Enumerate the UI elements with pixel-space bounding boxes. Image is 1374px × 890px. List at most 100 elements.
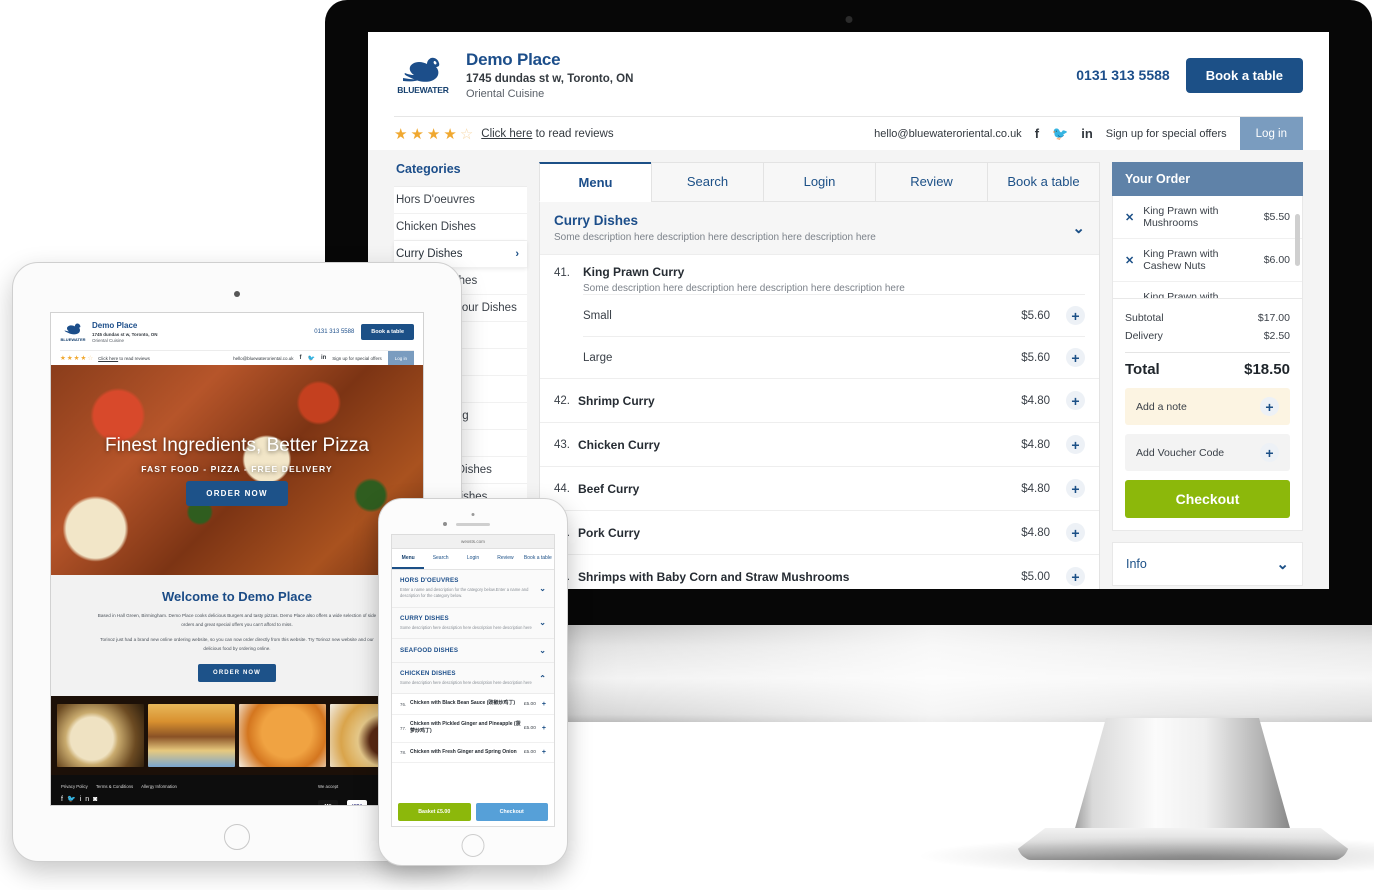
linkedin-icon[interactable]: in <box>1081 126 1093 141</box>
add-item-button[interactable]: + <box>1066 567 1085 586</box>
add-item-button[interactable]: + <box>1066 435 1085 454</box>
dish-option-row: Large $5.60 + <box>583 336 1085 378</box>
login-button[interactable]: Log in <box>1239 117 1303 150</box>
menu-item-row: 44. Beef Curry $4.80 + <box>540 466 1099 510</box>
expand-note-icon[interactable]: + <box>1260 397 1279 416</box>
book-a-table-button[interactable]: Book a table <box>361 324 414 340</box>
phone-number[interactable]: 0131 313 5588 <box>314 329 354 335</box>
gallery-image-fried-chicken[interactable] <box>239 703 326 767</box>
phone-section-seafood-dishes[interactable]: SEAFOOD DISHES ⌄ <box>392 639 554 664</box>
category-label: Curry Dishes <box>396 248 463 260</box>
facebook-icon[interactable]: f <box>299 355 301 361</box>
add-item-button[interactable]: + <box>1066 479 1085 498</box>
phone-section-curry-dishes[interactable]: CURRY DISHES Some description here descr… <box>392 607 554 640</box>
tab-book-a-table[interactable]: Book a table <box>987 162 1100 202</box>
browser-url-bar[interactable]: wexsts.com <box>392 535 554 549</box>
tab-book-a-table[interactable]: Book a table <box>522 549 554 569</box>
chevron-down-icon: ⌄ <box>1276 556 1289 573</box>
footer-link-terms[interactable]: Terms & Conditions <box>96 784 133 789</box>
rating-stars[interactable]: ★★★★☆ <box>60 354 94 362</box>
reviews-link[interactable]: Click here to read reviews <box>481 128 613 140</box>
reviews-link-suffix: to read reviews <box>119 355 150 361</box>
tablet-camera-icon <box>234 291 240 297</box>
tablet-home-button[interactable] <box>224 824 250 850</box>
tablet-bluewater-logo[interactable]: BLUEWATER <box>60 319 86 345</box>
tab-login[interactable]: Login <box>763 162 876 202</box>
dish-price: $4.80 <box>1021 482 1050 495</box>
checkout-button[interactable]: Checkout <box>1125 480 1290 518</box>
tab-search[interactable]: Search <box>651 162 764 202</box>
twitter-icon[interactable]: 🐦 <box>307 355 314 362</box>
gallery-image-burger[interactable] <box>148 703 235 767</box>
add-item-button[interactable]: + <box>1066 391 1085 410</box>
section-title: CHICKEN DISHES <box>400 670 456 678</box>
reviews-link[interactable]: Click here to read reviews <box>98 356 150 361</box>
linkedin-icon[interactable]: in <box>321 355 326 361</box>
book-a-table-button[interactable]: Book a table <box>1185 57 1303 93</box>
expand-voucher-icon[interactable]: + <box>1260 443 1279 462</box>
phone-home-button[interactable] <box>461 834 485 857</box>
tab-review[interactable]: Review <box>489 549 521 569</box>
phone-menu-tabs: Menu Search Login Review Book a table <box>392 549 554 570</box>
option-price: $5.60 <box>1021 351 1050 364</box>
remove-item-icon[interactable]: ✕ <box>1125 211 1134 224</box>
dish-number: 78. <box>400 750 407 756</box>
section-header-curry-dishes[interactable]: Curry Dishes Some description here descr… <box>540 202 1099 255</box>
contact-email[interactable]: hello@bluewateroriental.co.uk <box>233 356 293 361</box>
categories-title: Categories <box>396 162 461 176</box>
linkedin-icon[interactable]: in <box>80 796 93 803</box>
order-panel-title: Your Order <box>1112 162 1303 196</box>
login-button[interactable]: Log in <box>387 351 414 365</box>
phone-number[interactable]: 0131 313 5588 <box>1076 67 1169 83</box>
twitter-icon[interactable]: 🐦 <box>67 796 80 803</box>
bluewater-logo[interactable]: BLUEWATER <box>394 46 452 104</box>
tab-menu[interactable]: Menu <box>539 162 652 202</box>
menu-column: Menu Search Login Review Book a table Cu… <box>539 162 1100 589</box>
special-offers-link[interactable]: Sign up for special offers <box>1106 128 1227 140</box>
add-voucher-code-box[interactable]: Add Voucher Code + <box>1125 434 1290 471</box>
basket-button[interactable]: Basket £5.00 <box>398 803 471 821</box>
monitor-stand-neck <box>1070 718 1295 846</box>
order-list-scrollbar[interactable] <box>1295 214 1300 266</box>
facebook-icon[interactable]: f <box>1035 126 1039 141</box>
add-item-button[interactable]: + <box>1066 306 1085 325</box>
phone-speaker-icon <box>456 523 490 526</box>
dish-option-row: Small $5.60 + <box>583 294 1085 336</box>
add-item-button[interactable]: + <box>542 749 546 756</box>
add-item-button[interactable]: + <box>1066 523 1085 542</box>
phone-section-hors-doeuvres[interactable]: HORS D'OEUVRES Enter a name and descript… <box>392 570 554 608</box>
tab-login[interactable]: Login <box>457 549 489 569</box>
add-item-button[interactable]: + <box>542 725 546 732</box>
info-accordion[interactable]: Info ⌄ <box>1112 542 1303 586</box>
order-items-list: ✕ King Prawn with Mushrooms $5.50 ✕ King… <box>1112 196 1303 299</box>
add-item-button[interactable]: + <box>1066 348 1085 367</box>
welcome-order-now-button[interactable]: ORDER NOW <box>198 663 276 682</box>
phone-section-chicken-dishes[interactable]: CHICKEN DISHES Some description here des… <box>392 663 554 695</box>
hero-order-now-button[interactable]: ORDER NOW <box>186 480 288 506</box>
monitor-shadow <box>915 836 1374 876</box>
footer-link-privacy-policy[interactable]: Privacy Policy <box>61 784 88 789</box>
contact-email[interactable]: hello@bluewateroriental.co.uk <box>874 128 1022 140</box>
footer-link-allergy[interactable]: Allergy Information <box>141 784 177 789</box>
tab-search[interactable]: Search <box>424 549 456 569</box>
add-item-button[interactable]: + <box>542 701 546 708</box>
instagram-icon[interactable]: ◙ <box>93 796 101 803</box>
gallery-image-pizza[interactable] <box>57 703 144 767</box>
twitter-icon[interactable]: 🐦 <box>1052 126 1068 142</box>
add-a-note-box[interactable]: Add a note + <box>1125 388 1290 425</box>
category-item-chicken-dishes[interactable]: Chicken Dishes <box>394 214 527 241</box>
dish-price: £5.00 <box>523 701 536 707</box>
subtotal-value: $17.00 <box>1257 312 1290 324</box>
menu-item-row: 45. Pork Curry $4.80 + <box>540 510 1099 554</box>
tab-menu[interactable]: Menu <box>392 549 425 569</box>
category-item-hors-doeuvres[interactable]: Hors D'oeuvres <box>394 187 527 214</box>
checkout-button[interactable]: Checkout <box>475 803 548 821</box>
rating-stars[interactable]: ★ ★ ★ ★ ☆ <box>394 125 473 143</box>
remove-item-icon[interactable]: ✕ <box>1125 254 1134 267</box>
remove-item-icon[interactable]: ✕ <box>1125 297 1134 299</box>
order-item-name: King Prawn with Cashew Nuts <box>1143 248 1219 272</box>
visa-icon: VISA <box>347 799 368 805</box>
welcome-title: Welcome to Demo Place <box>161 589 313 604</box>
tab-review[interactable]: Review <box>875 162 988 202</box>
hero-title: Finest Ingredients, Better Pizza <box>104 434 369 456</box>
